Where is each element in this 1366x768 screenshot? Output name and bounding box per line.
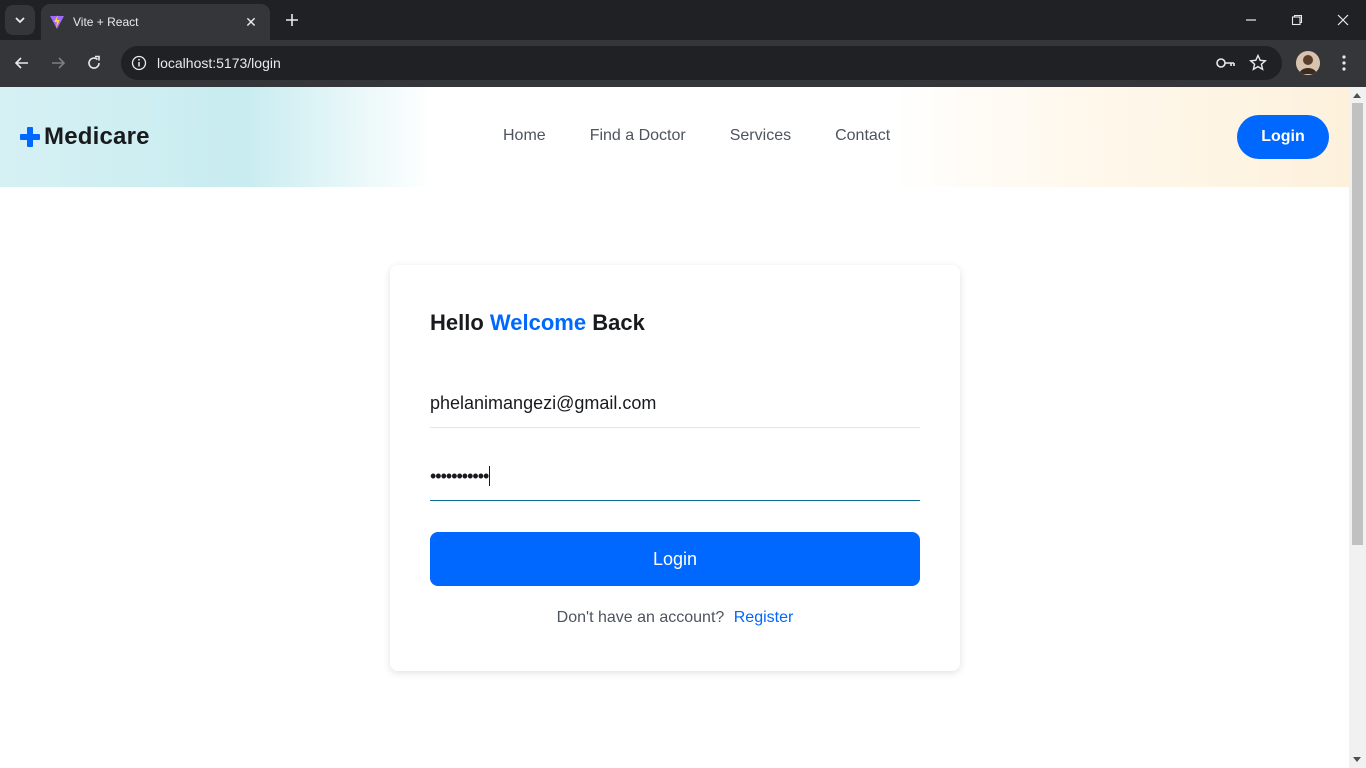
new-tab-icon[interactable]	[280, 8, 304, 32]
title-hello: Hello	[430, 310, 484, 335]
site-info-icon[interactable]	[126, 50, 152, 76]
email-value: phelanimangezi@gmail.com	[430, 393, 657, 413]
password-field[interactable]: •••••••••••	[430, 455, 920, 501]
login-card: Hello Welcome Back phelanimangezi@gmail.…	[390, 265, 960, 671]
reload-icon[interactable]	[79, 48, 109, 78]
minimize-icon[interactable]	[1228, 0, 1274, 40]
address-bar[interactable]: localhost:5173/login	[121, 46, 1282, 80]
site-header: Medicare Home Find a Doctor Services Con…	[0, 87, 1349, 187]
nav-contact[interactable]: Contact	[835, 127, 890, 145]
scroll-down-icon[interactable]	[1353, 757, 1361, 762]
title-back: Back	[592, 310, 645, 335]
nav-home[interactable]: Home	[503, 127, 546, 145]
browser-menu-icon[interactable]	[1332, 51, 1356, 75]
forward-icon[interactable]	[43, 48, 73, 78]
browser-toolbar: localhost:5173/login	[0, 40, 1366, 87]
header-login-button[interactable]: Login	[1237, 115, 1329, 159]
register-link[interactable]: Register	[734, 609, 794, 626]
tab-close-icon[interactable]: ✕	[242, 14, 260, 31]
close-window-icon[interactable]	[1320, 0, 1366, 40]
logo[interactable]: Medicare	[20, 123, 150, 151]
tab-search-icon[interactable]	[5, 5, 35, 35]
password-key-icon[interactable]	[1214, 51, 1238, 75]
profile-avatar-icon[interactable]	[1296, 51, 1320, 75]
nav-services[interactable]: Services	[730, 127, 791, 145]
scroll-thumb[interactable]	[1352, 103, 1363, 545]
back-icon[interactable]	[7, 48, 37, 78]
login-title: Hello Welcome Back	[430, 310, 645, 336]
tab-title: Vite + React	[73, 15, 139, 29]
register-line: Don't have an account? Register	[390, 609, 960, 627]
main-nav: Home Find a Doctor Services Contact	[503, 127, 890, 145]
bookmark-star-icon[interactable]	[1246, 51, 1270, 75]
logo-text: Medicare	[44, 123, 150, 150]
browser-tab-bar: Vite + React ✕	[0, 0, 1366, 40]
text-caret	[489, 466, 491, 486]
title-welcome: Welcome	[489, 310, 587, 335]
page-scrollbar[interactable]	[1349, 87, 1366, 768]
medical-cross-icon	[20, 127, 40, 147]
password-mask: •••••••••••	[430, 466, 489, 486]
email-field[interactable]: phelanimangezi@gmail.com	[430, 382, 920, 428]
scroll-up-icon[interactable]	[1353, 93, 1361, 98]
nav-find-a-doctor[interactable]: Find a Doctor	[590, 127, 686, 145]
vite-logo-icon	[50, 15, 64, 29]
browser-tab[interactable]: Vite + React ✕	[41, 4, 270, 40]
password-value: •••••••••••	[430, 466, 491, 487]
restore-icon[interactable]	[1274, 0, 1320, 40]
url-text: localhost:5173/login	[157, 55, 281, 71]
login-submit-button[interactable]: Login	[430, 532, 920, 586]
register-prompt: Don't have an account?	[556, 609, 725, 626]
page-viewport: Medicare Home Find a Doctor Services Con…	[0, 87, 1349, 768]
